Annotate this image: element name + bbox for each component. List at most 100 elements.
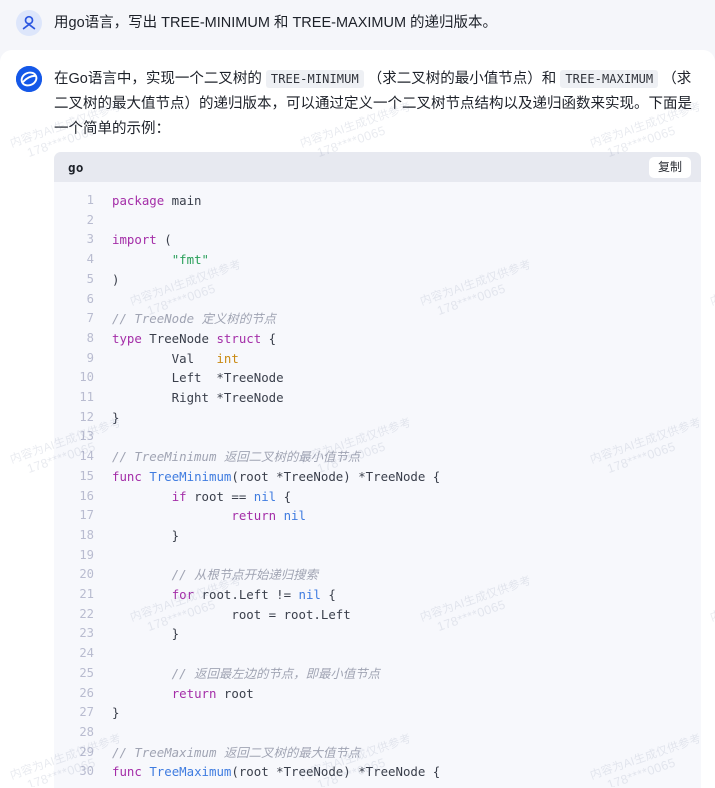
line-code: for root.Left != nil {: [112, 585, 701, 605]
line-number: 26: [54, 684, 112, 704]
line-number: 4: [54, 250, 112, 270]
code-line: 27}: [54, 703, 701, 723]
line-code: if root == nil {: [112, 487, 701, 507]
code-line: 26 return root: [54, 684, 701, 704]
code-line: 29// TreeMaximum 返回二叉树的最大值节点: [54, 743, 701, 763]
code-token: }: [112, 626, 179, 641]
user-person-icon: [16, 10, 42, 36]
code-token: root: [216, 686, 253, 701]
code-line: 19: [54, 546, 701, 566]
code-line: 7// TreeNode 定义树的节点: [54, 309, 701, 329]
code-token: }: [112, 410, 119, 425]
code-token: int: [216, 351, 238, 366]
code-line: 10 Left *TreeNode: [54, 368, 701, 388]
line-number: 20: [54, 565, 112, 585]
code-token: root = root.Left: [112, 607, 351, 622]
line-number: 11: [54, 388, 112, 408]
line-code: root = root.Left: [112, 605, 701, 625]
code-line: 1package main: [54, 191, 701, 211]
code-line: 14// TreeMinimum 返回二叉树的最小值节点: [54, 447, 701, 467]
code-line: 16 if root == nil {: [54, 487, 701, 507]
code-line: 20 // 从根节点开始递归搜索: [54, 565, 701, 585]
line-number: 13: [54, 427, 112, 447]
code-token: func: [112, 764, 142, 779]
line-number: 9: [54, 349, 112, 369]
line-code: package main: [112, 191, 701, 211]
code-token: // TreeNode 定义树的节点: [112, 311, 276, 326]
code-token: root.Left !=: [194, 587, 298, 602]
code-token: nil: [284, 508, 306, 523]
paragraph-part-2: （求二叉树的最小值节点）和: [364, 71, 561, 87]
code-token: [276, 508, 283, 523]
code-token: (root *TreeNode) *TreeNode {: [231, 469, 440, 484]
code-token: main: [164, 193, 201, 208]
code-token: [112, 686, 172, 701]
code-token: [112, 508, 231, 523]
code-line: 15func TreeMinimum(root *TreeNode) *Tree…: [54, 467, 701, 487]
line-code: type TreeNode struct {: [112, 329, 701, 349]
code-line: 5): [54, 270, 701, 290]
code-token: func: [112, 469, 142, 484]
line-code: Right *TreeNode: [112, 388, 701, 408]
code-token: TreeMinimum: [149, 469, 231, 484]
line-code: func TreeMinimum(root *TreeNode) *TreeNo…: [112, 467, 701, 487]
code-token: // 返回最左边的节点，即最小值节点: [112, 666, 380, 681]
line-code: // 返回最左边的节点，即最小值节点: [112, 664, 701, 684]
line-code: [112, 211, 701, 231]
line-code: [112, 723, 701, 743]
code-line: 28: [54, 723, 701, 743]
code-token: nil: [254, 489, 276, 504]
code-token: [112, 587, 172, 602]
line-number: 19: [54, 546, 112, 566]
line-code: Left *TreeNode: [112, 368, 701, 388]
code-token: root ==: [187, 489, 254, 504]
line-number: 21: [54, 585, 112, 605]
code-token: }: [112, 705, 119, 720]
code-token: (: [157, 232, 172, 247]
line-code: // TreeNode 定义树的节点: [112, 309, 701, 329]
line-code: }: [112, 408, 701, 428]
code-token: TreeMaximum: [149, 764, 231, 779]
line-code: // 从根节点开始递归搜索: [112, 565, 701, 585]
line-number: 8: [54, 329, 112, 349]
chat-conversation: 用go语言，写出 TREE-MINIMUM 和 TREE-MAXIMUM 的递归…: [0, 0, 715, 787]
line-number: 24: [54, 644, 112, 664]
line-code: import (: [112, 230, 701, 250]
line-code: return nil: [112, 506, 701, 526]
paragraph-part-1: 在Go语言中，实现一个二叉树的: [54, 71, 266, 87]
code-line: 21 for root.Left != nil {: [54, 585, 701, 605]
line-code: // TreeMinimum 返回二叉树的最小值节点: [112, 447, 701, 467]
line-code: // TreeMaximum 返回二叉树的最大值节点: [112, 743, 701, 763]
line-number: 15: [54, 467, 112, 487]
line-code: [112, 427, 701, 447]
code-line: 9 Val int: [54, 349, 701, 369]
line-code: ): [112, 270, 701, 290]
line-code: "fmt": [112, 250, 701, 270]
line-number: 27: [54, 703, 112, 723]
line-number: 10: [54, 368, 112, 388]
code-token: Right *TreeNode: [112, 390, 284, 405]
assistant-swirl-icon: [16, 66, 42, 92]
code-token: Val: [112, 351, 216, 366]
code-block: go 复制 1package main2 3import (4 "fmt"5)6…: [54, 152, 701, 788]
code-token: for: [172, 587, 194, 602]
code-token: TreeNode: [142, 331, 217, 346]
line-number: 29: [54, 743, 112, 763]
line-code: }: [112, 703, 701, 723]
code-token: nil: [299, 587, 321, 602]
code-token: }: [112, 528, 179, 543]
copy-code-button[interactable]: 复制: [649, 157, 691, 178]
line-code: [112, 644, 701, 664]
code-line: 8type TreeNode struct {: [54, 329, 701, 349]
code-token: {: [276, 489, 291, 504]
code-language-label: go: [68, 155, 84, 180]
code-content[interactable]: 1package main2 3import (4 "fmt"5)6 7// T…: [54, 182, 701, 788]
code-token: struct: [216, 331, 261, 346]
code-block-header: go 复制: [54, 152, 701, 182]
line-code: }: [112, 624, 701, 644]
code-token: // TreeMaximum 返回二叉树的最大值节点: [112, 745, 360, 760]
code-token: import: [112, 232, 157, 247]
code-line: 17 return nil: [54, 506, 701, 526]
line-number: 3: [54, 230, 112, 250]
code-line: 4 "fmt": [54, 250, 701, 270]
